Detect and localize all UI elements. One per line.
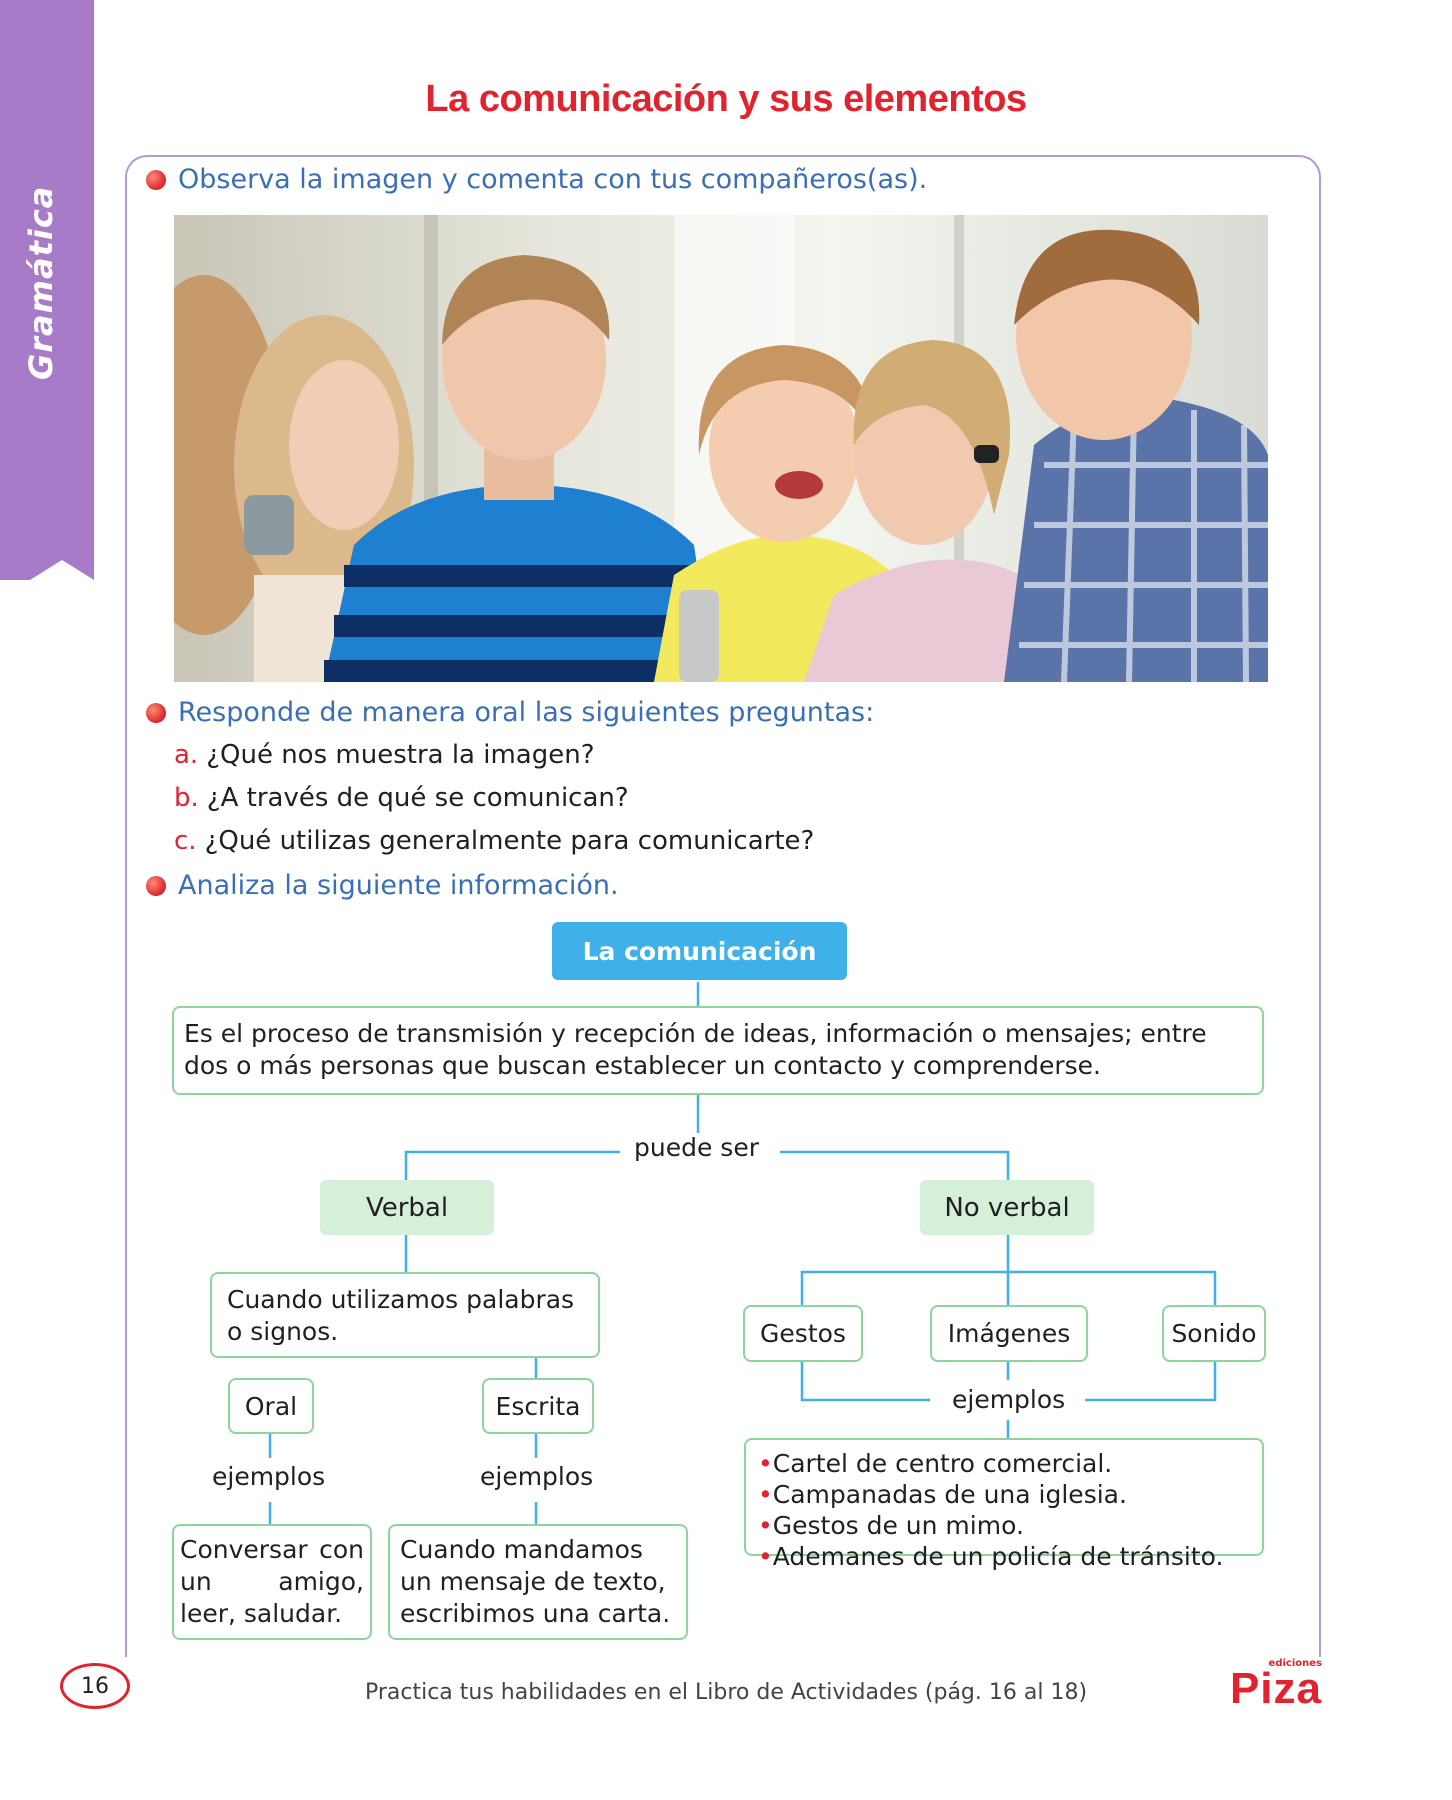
- connector-ejemplos-noverbal: ejemplos: [938, 1385, 1080, 1414]
- map-oral-box: Oral: [228, 1378, 314, 1434]
- map-noverbal-examples-box: •Cartel de centro comercial. •Campanadas…: [744, 1438, 1264, 1571]
- list-item: •Gestos de un mimo.: [758, 1511, 1024, 1540]
- list-item: •Cartel de centro comercial.: [758, 1449, 1113, 1478]
- map-escrita-box: Escrita: [482, 1378, 594, 1434]
- publisher-logo: ediciones Piza: [1222, 1658, 1322, 1713]
- list-item: •Ademanes de un policía de tránsito.: [758, 1542, 1224, 1571]
- list-item: •Campanadas de una iglesia.: [758, 1480, 1127, 1509]
- map-sonido-box: Sonido: [1162, 1305, 1266, 1362]
- connector-ejemplos-oral: ejemplos: [198, 1462, 340, 1491]
- map-noverbal-box: No verbal: [920, 1180, 1094, 1235]
- map-oral-example-box: Conversar con un amigo, leer, saludar.: [172, 1524, 372, 1640]
- map-verbal-description-box: Cuando utilizamos palabras o signos.: [210, 1272, 600, 1358]
- map-imagenes-box: Imágenes: [930, 1305, 1088, 1362]
- connector-puede-ser: puede ser: [620, 1133, 773, 1162]
- map-root-box: La comunicación: [552, 922, 847, 980]
- map-definition-box: Es el proceso de transmisión y recepción…: [172, 1006, 1264, 1095]
- map-verbal-box: Verbal: [320, 1180, 494, 1235]
- connector-ejemplos-escrita: ejemplos: [466, 1462, 608, 1491]
- map-gestos-box: Gestos: [743, 1305, 863, 1362]
- logo-text: Piza: [1229, 1664, 1322, 1713]
- map-escrita-example-box: Cuando mandamos un mensaje de texto, esc…: [388, 1524, 688, 1640]
